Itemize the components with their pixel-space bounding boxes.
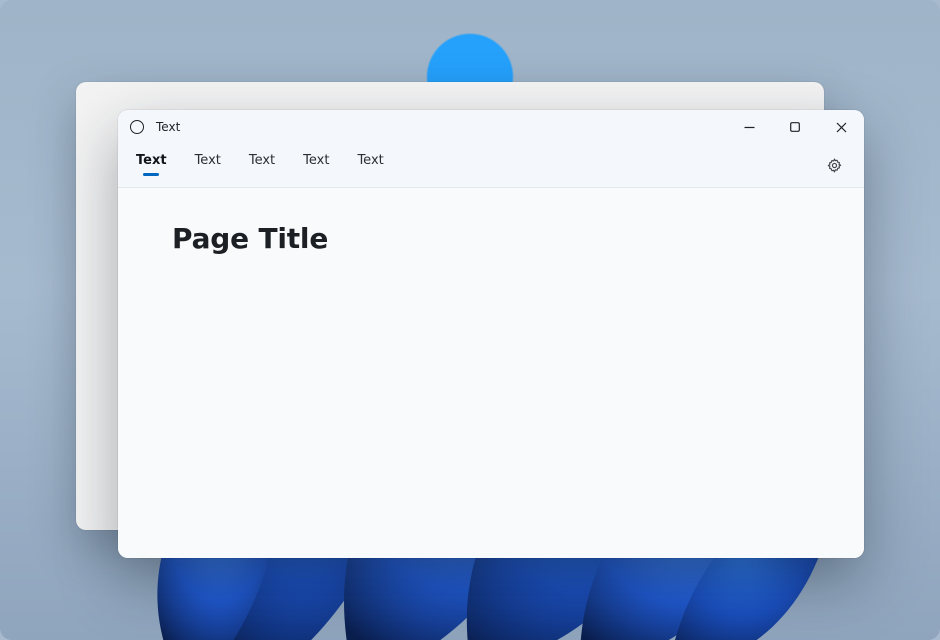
- close-icon: [836, 122, 847, 133]
- page-content: Page Title: [118, 188, 864, 558]
- gear-icon: [826, 157, 843, 174]
- tab-label: Text: [303, 153, 329, 168]
- app-title: Text: [156, 120, 180, 134]
- tab-label: Text: [195, 153, 221, 168]
- tab-label: Text: [357, 153, 383, 168]
- minimize-icon: [744, 122, 755, 133]
- tabstrip-actions: [818, 150, 864, 182]
- tab-strip: Text Text Text Text Text: [118, 144, 864, 188]
- titlebar[interactable]: Text: [118, 110, 864, 144]
- tab-1[interactable]: Text: [193, 150, 223, 181]
- tab-3[interactable]: Text: [301, 150, 331, 181]
- tab-label: Text: [136, 153, 167, 168]
- close-button[interactable]: [818, 110, 864, 144]
- tab-4[interactable]: Text: [355, 150, 385, 181]
- minimize-button[interactable]: [726, 110, 772, 144]
- tab-0[interactable]: Text: [134, 150, 169, 181]
- app-icon: [130, 120, 144, 134]
- tab-label: Text: [249, 153, 275, 168]
- tab-2[interactable]: Text: [247, 150, 277, 181]
- selected-tab-indicator: [143, 173, 159, 176]
- settings-button[interactable]: [818, 150, 850, 182]
- maximize-icon: [790, 122, 800, 132]
- app-window: Text Text Text Text: [118, 110, 864, 558]
- maximize-button[interactable]: [772, 110, 818, 144]
- page-title: Page Title: [172, 222, 810, 255]
- caption-buttons: [726, 110, 864, 144]
